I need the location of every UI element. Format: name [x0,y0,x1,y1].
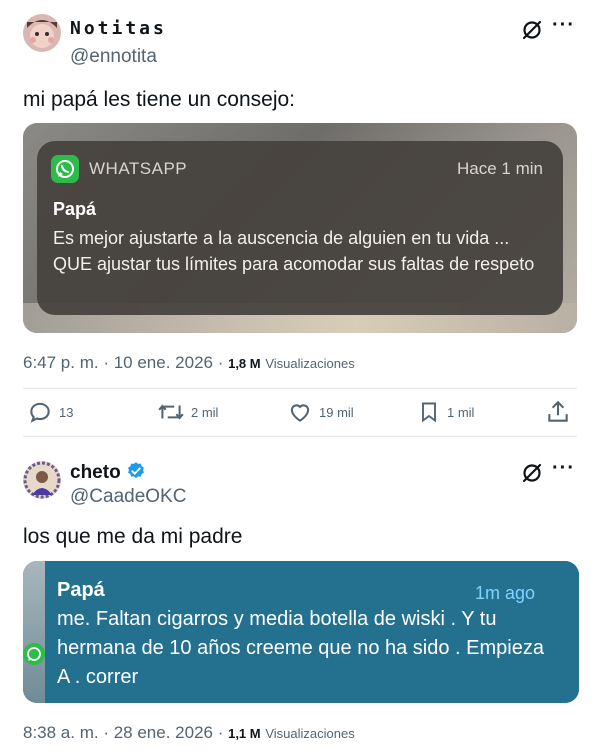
share-icon [548,400,568,422]
tweet-date: 10 ene. 2026 [113,353,213,372]
divider [23,436,577,437]
tweet-date: 28 ene. 2026 [113,723,213,742]
whatsapp-notification: WHATSAPP Hace 1 min Papá Es mejor ajusta… [37,141,563,315]
views-count: 1,8 M [228,356,261,371]
views-label: Visualizaciones [265,356,355,371]
more-icon[interactable]: ··· [552,457,575,480]
grok-icon[interactable] [520,461,544,485]
photo-background [23,561,45,703]
handle[interactable]: @CaadeOKC [70,486,186,508]
tweet-media[interactable]: WHATSAPP Hace 1 min Papá Es mejor ajusta… [23,123,577,333]
display-name-text: cheto [70,462,121,483]
repost-icon [158,404,184,420]
bookmark-button[interactable]: 1 mil [417,398,474,426]
notification-sender: Papá [53,199,97,219]
avatar[interactable] [23,461,61,499]
whatsapp-icon [51,155,79,183]
bookmark-icon [422,402,436,423]
message-body: me. Faltan cigarros y media botella de w… [57,608,544,688]
views-count: 1,1 M [228,726,261,741]
display-name[interactable]: Notitas [70,18,167,39]
tweet-timestamp[interactable]: 6:47 p. m. · 10 ene. 2026 · 1,8 M Visual… [23,353,355,373]
like-count: 19 mil [319,404,354,420]
share-button[interactable] [545,398,571,426]
grok-icon[interactable] [520,18,544,42]
divider [23,388,577,389]
whatsapp-icon [23,643,45,665]
message-sender: Papá [57,579,105,601]
tweet-text: mi papá les tiene un consejo: [23,88,296,111]
more-icon[interactable]: ··· [552,14,575,37]
reply-count: 13 [59,404,74,420]
like-icon [290,404,310,422]
repost-button[interactable]: 2 mil [157,398,218,426]
tweet: Notitas @ennotita ··· mi papá les tiene … [0,0,600,455]
tweet: cheto @CaadeOKC ··· los que me da mi pad… [0,455,600,756]
notification-time: Hace 1 min [457,159,543,178]
verified-badge-icon [128,462,144,479]
views-label: Visualizaciones [265,726,355,741]
tweet-time: 6:47 p. m. [23,353,99,372]
tweet-timestamp[interactable]: 8:38 a. m. · 28 ene. 2026 · 1,1 M Visual… [23,723,355,743]
bookmark-count: 1 mil [447,404,475,420]
tweet-media[interactable]: Papá 1m ago me. Faltan cigarros y media … [23,561,579,703]
tweet-text: los que me da mi padre [23,525,243,548]
reply-icon [30,402,50,423]
display-name[interactable]: cheto [70,461,146,484]
avatar[interactable] [23,14,61,52]
handle[interactable]: @ennotita [70,46,157,68]
notification-message: Es mejor ajustarte a la auscencia de alg… [53,228,535,274]
repost-count: 2 mil [191,404,219,420]
message-time: 1m ago [474,583,535,603]
tweet-time: 8:38 a. m. [23,723,99,742]
reply-button[interactable]: 13 [27,398,73,426]
like-button[interactable]: 19 mil [287,398,354,426]
notification-app-name: WHATSAPP [89,159,188,178]
